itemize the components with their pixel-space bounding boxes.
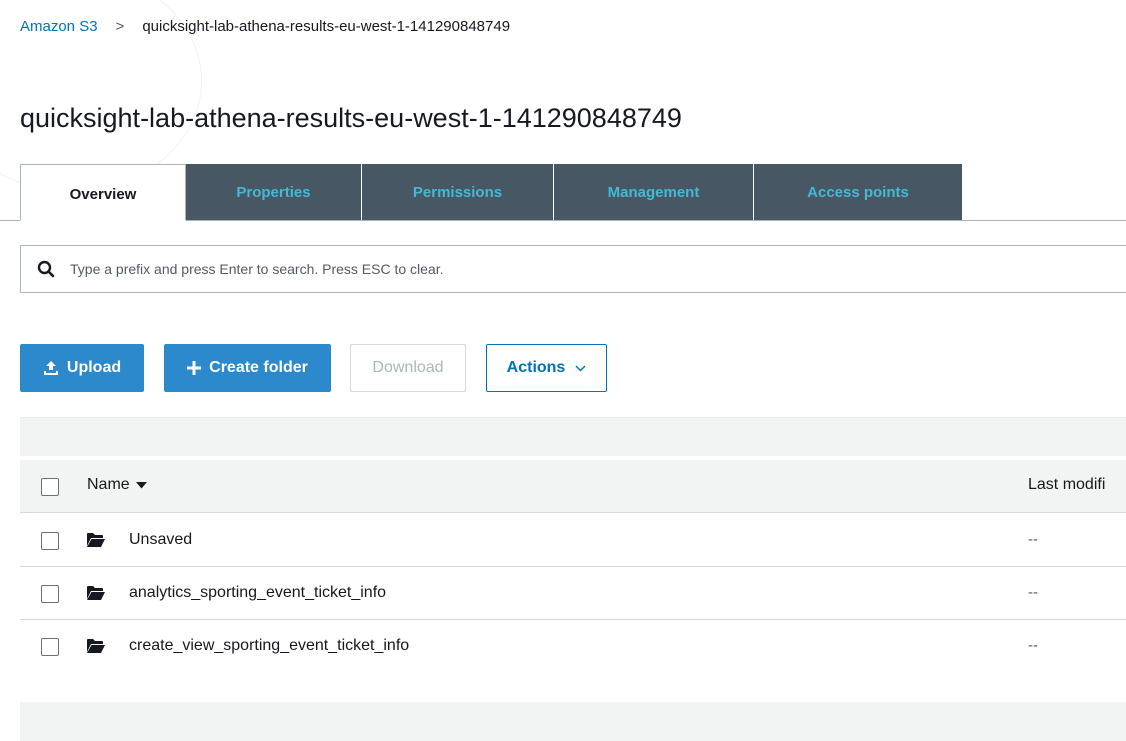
table-row: create_view_sporting_event_ticket_info -… [20, 620, 1126, 673]
download-label: Download [372, 359, 444, 376]
row-checkbox[interactable] [41, 638, 59, 656]
actions-dropdown-button[interactable]: Actions [486, 344, 607, 392]
row-checkbox[interactable] [41, 585, 59, 603]
table-header: Name Last modifi [20, 460, 1126, 513]
breadcrumb-separator: > [115, 18, 125, 35]
upload-button[interactable]: Upload [20, 344, 144, 392]
folder-icon [87, 639, 105, 653]
s3-bucket-page: Amazon S3 > quicksight-lab-athena-result… [0, 0, 1126, 741]
table-row: Unsaved -- [20, 514, 1126, 567]
row-checkbox[interactable] [41, 532, 59, 550]
tab-permissions[interactable]: Permissions [362, 164, 554, 220]
row-last-modified: -- [1028, 584, 1038, 601]
column-header-last-modified[interactable]: Last modifi [1028, 476, 1105, 494]
plus-icon [187, 361, 202, 375]
row-name-link[interactable]: create_view_sporting_event_ticket_info [129, 637, 409, 655]
column-header-name[interactable]: Name [87, 476, 147, 494]
page-title: quicksight-lab-athena-results-eu-west-1-… [20, 103, 682, 133]
create-folder-label: Create folder [209, 359, 308, 376]
tab-bar: Overview Properties Permissions Manageme… [20, 164, 962, 221]
table-row: analytics_sporting_event_ticket_info -- [20, 567, 1126, 620]
tab-management[interactable]: Management [554, 164, 754, 220]
create-folder-button[interactable]: Create folder [164, 344, 331, 392]
folder-icon [87, 533, 105, 547]
table-footer-strip [20, 702, 1126, 741]
row-last-modified: -- [1028, 637, 1038, 654]
download-button[interactable]: Download [350, 344, 466, 392]
chevron-down-icon [575, 364, 586, 372]
row-last-modified: -- [1028, 531, 1038, 548]
sort-descending-icon [135, 481, 147, 489]
actions-label: Actions [506, 359, 566, 376]
upload-icon [43, 360, 59, 376]
search-box [20, 245, 1126, 293]
breadcrumb: Amazon S3 > quicksight-lab-athena-result… [20, 18, 510, 35]
breadcrumb-root-link[interactable]: Amazon S3 [20, 18, 98, 35]
row-name-link[interactable]: Unsaved [129, 531, 192, 549]
tab-access-points[interactable]: Access points [754, 164, 962, 220]
search-icon [36, 259, 56, 279]
breadcrumb-current: quicksight-lab-athena-results-eu-west-1-… [142, 18, 511, 35]
row-name-link[interactable]: analytics_sporting_event_ticket_info [129, 584, 386, 602]
table-toolbar-strip [20, 417, 1126, 456]
tab-overview[interactable]: Overview [20, 164, 186, 221]
select-all-checkbox[interactable] [41, 478, 59, 496]
tab-properties[interactable]: Properties [186, 164, 362, 220]
folder-icon [87, 586, 105, 600]
upload-label: Upload [66, 359, 122, 376]
search-input[interactable] [68, 260, 1126, 278]
column-header-name-label: Name [87, 476, 130, 493]
